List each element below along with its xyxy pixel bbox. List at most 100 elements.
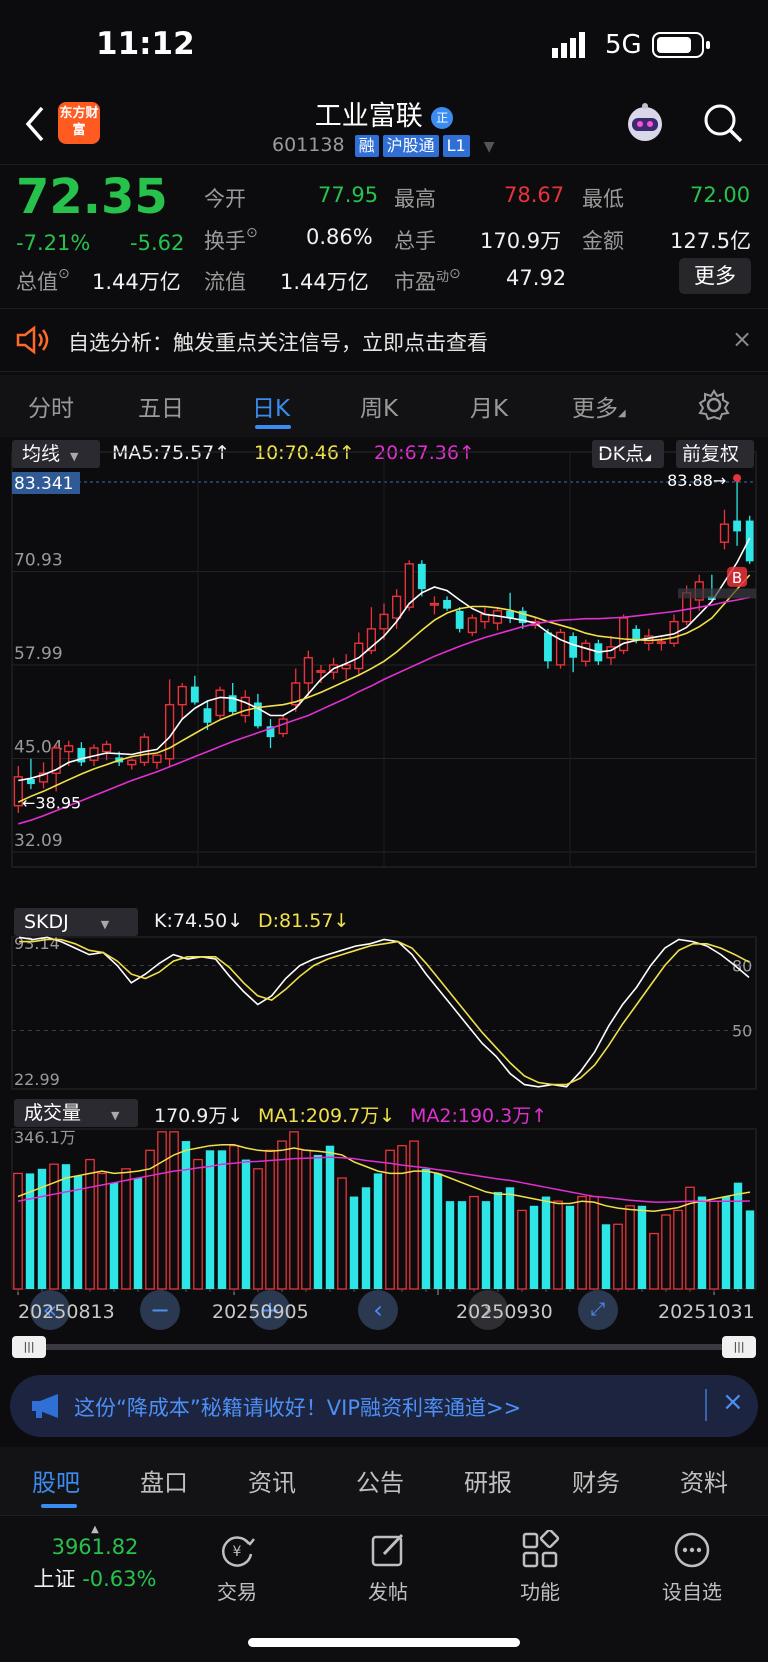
open-value: 77.95 bbox=[318, 183, 379, 207]
gear-icon[interactable] bbox=[698, 389, 730, 421]
tab-financials[interactable]: 财务 bbox=[572, 1463, 620, 1498]
kline-chart-area[interactable]: 均线 ▼ MA5:75.57↑ 10:70.46↑ 20:67.36↑ DK点◢ … bbox=[0, 437, 768, 1330]
tag-margin: 融 bbox=[354, 135, 379, 157]
volume-bar bbox=[421, 1168, 431, 1289]
battery-icon bbox=[652, 32, 710, 58]
volume-bar bbox=[541, 1196, 551, 1289]
turnover-label: 换手⊙ bbox=[204, 225, 258, 253]
zoom-out-icon[interactable]: − bbox=[140, 1290, 180, 1330]
current-price: 72.35 bbox=[16, 169, 168, 225]
volume-bar bbox=[181, 1141, 191, 1289]
volume-bar bbox=[493, 1191, 503, 1289]
skdj-k-line bbox=[18, 936, 750, 1088]
tab-profile[interactable]: 资料 bbox=[680, 1463, 728, 1498]
candle-body bbox=[215, 689, 225, 717]
tab-intraday[interactable]: 分时 bbox=[28, 389, 74, 423]
notice-bar[interactable]: 自选分析：触发重点关注信号，立即点击查看 × bbox=[0, 308, 768, 372]
amount-label: 金额 bbox=[582, 229, 624, 253]
date-label: 20250905 bbox=[212, 1301, 309, 1323]
volume-bar bbox=[361, 1187, 371, 1289]
tab-announcements[interactable]: 公告 bbox=[356, 1463, 404, 1498]
candle-body bbox=[253, 702, 262, 727]
volume-bar bbox=[73, 1175, 83, 1289]
volume-bar bbox=[265, 1149, 275, 1290]
tab-five-day[interactable]: 五日 bbox=[138, 389, 184, 423]
watchlist-button[interactable]: 设自选 bbox=[647, 1530, 737, 1605]
more-button[interactable]: 更多 bbox=[679, 258, 751, 294]
chevron-down-icon[interactable]: ▼ bbox=[484, 139, 495, 155]
tab-forum[interactable]: 股吧 bbox=[32, 1463, 80, 1498]
candle-body bbox=[152, 754, 162, 764]
promo-banner[interactable]: 这份“降成本”秘籍请收好！VIP融资利率通道>> × bbox=[10, 1375, 758, 1437]
left-drag-handle[interactable]: ||| bbox=[12, 1336, 46, 1358]
notice-text: 自选分析：触发重点关注信号，立即点击查看 bbox=[68, 331, 488, 355]
volume-bar bbox=[409, 1140, 419, 1290]
volume-bar bbox=[637, 1205, 647, 1289]
post-button[interactable]: 发帖 bbox=[343, 1530, 433, 1605]
info-icon[interactable]: ⊙ bbox=[58, 266, 70, 282]
buy-marker-label: B bbox=[732, 569, 742, 587]
volume-bar bbox=[97, 1172, 107, 1290]
candle-body bbox=[278, 718, 288, 735]
y-tick-label: 346.1万 bbox=[14, 1128, 76, 1147]
close-icon[interactable]: × bbox=[722, 1387, 744, 1417]
candle-body bbox=[544, 632, 552, 662]
volume-bar bbox=[373, 1173, 383, 1289]
robot-assistant-icon[interactable] bbox=[622, 100, 668, 146]
y-tick-label: 70.93 bbox=[14, 551, 63, 571]
tag-connect: 沪股通 bbox=[382, 135, 439, 157]
volume-ma2-value: MA2:190.3万↑ bbox=[410, 1105, 548, 1127]
network-label: 5G bbox=[605, 30, 642, 60]
volume-bar bbox=[397, 1145, 407, 1290]
tab-daily[interactable]: 日K bbox=[252, 389, 290, 423]
y-tick-label: 22.99 bbox=[14, 1070, 60, 1089]
volume-bar bbox=[349, 1196, 359, 1289]
info-icon[interactable]: ⊙ bbox=[246, 225, 258, 241]
candle-body bbox=[745, 520, 754, 562]
more-dots-icon bbox=[674, 1532, 710, 1568]
tab-more[interactable]: 更多◢ bbox=[572, 389, 626, 423]
volume-bar bbox=[217, 1150, 227, 1289]
right-drag-handle[interactable]: ||| bbox=[722, 1336, 756, 1358]
volume-bar bbox=[301, 1149, 311, 1290]
candle-body bbox=[27, 779, 35, 785]
tab-monthly[interactable]: 月K bbox=[470, 389, 508, 423]
search-icon[interactable] bbox=[702, 102, 744, 144]
amount-value: 127.5亿 bbox=[670, 229, 752, 253]
close-icon[interactable]: × bbox=[732, 325, 752, 353]
functions-button[interactable]: 功能 bbox=[495, 1530, 585, 1605]
high-mark-label: 83.88→ bbox=[667, 471, 726, 490]
index-value: 3961.82 bbox=[51, 1535, 139, 1559]
change-amount: -5.62 bbox=[130, 231, 185, 255]
volume-bar bbox=[721, 1196, 731, 1289]
volume-bar bbox=[325, 1145, 335, 1289]
volume-bar bbox=[313, 1154, 323, 1289]
volume-bar bbox=[601, 1224, 611, 1289]
tab-weekly[interactable]: 周K bbox=[360, 389, 398, 423]
volume-selector[interactable]: 成交量 ▼ bbox=[14, 1099, 138, 1127]
chevron-left-icon[interactable]: ‹ bbox=[358, 1290, 398, 1330]
volume-ma1-value: MA1:209.7万↓ bbox=[258, 1105, 396, 1127]
tab-research[interactable]: 研报 bbox=[464, 1463, 512, 1498]
tab-news[interactable]: 资讯 bbox=[248, 1463, 296, 1498]
trade-button[interactable]: ¥ 交易 bbox=[192, 1530, 282, 1605]
candle-body bbox=[656, 641, 667, 645]
volume-bar bbox=[241, 1159, 251, 1289]
pe-label: 市盈动⊙ bbox=[394, 266, 461, 294]
volume-bar bbox=[529, 1205, 539, 1289]
candle-body bbox=[455, 610, 464, 629]
tab-orderbook[interactable]: 盘口 bbox=[140, 1463, 188, 1498]
info-icon[interactable]: ⊙ bbox=[449, 266, 461, 282]
volume-value: 170.9万 bbox=[480, 229, 562, 253]
low-value: 72.00 bbox=[690, 183, 751, 207]
index-widget[interactable]: ▲ 3961.82 上证 -0.63% bbox=[20, 1524, 170, 1593]
volume-label: 总手 bbox=[394, 229, 436, 253]
signal-icon bbox=[552, 32, 585, 58]
skdj-selector[interactable]: SKDJ ▼ bbox=[14, 908, 138, 936]
stock-code: 601138 bbox=[272, 134, 345, 156]
volume-bar bbox=[577, 1195, 587, 1290]
float-label: 流值 bbox=[204, 270, 246, 294]
fullscreen-icon[interactable]: ⤢ bbox=[578, 1290, 618, 1330]
range-scrollbar[interactable]: ||| ||| bbox=[12, 1336, 756, 1358]
volume-bar bbox=[445, 1201, 455, 1289]
